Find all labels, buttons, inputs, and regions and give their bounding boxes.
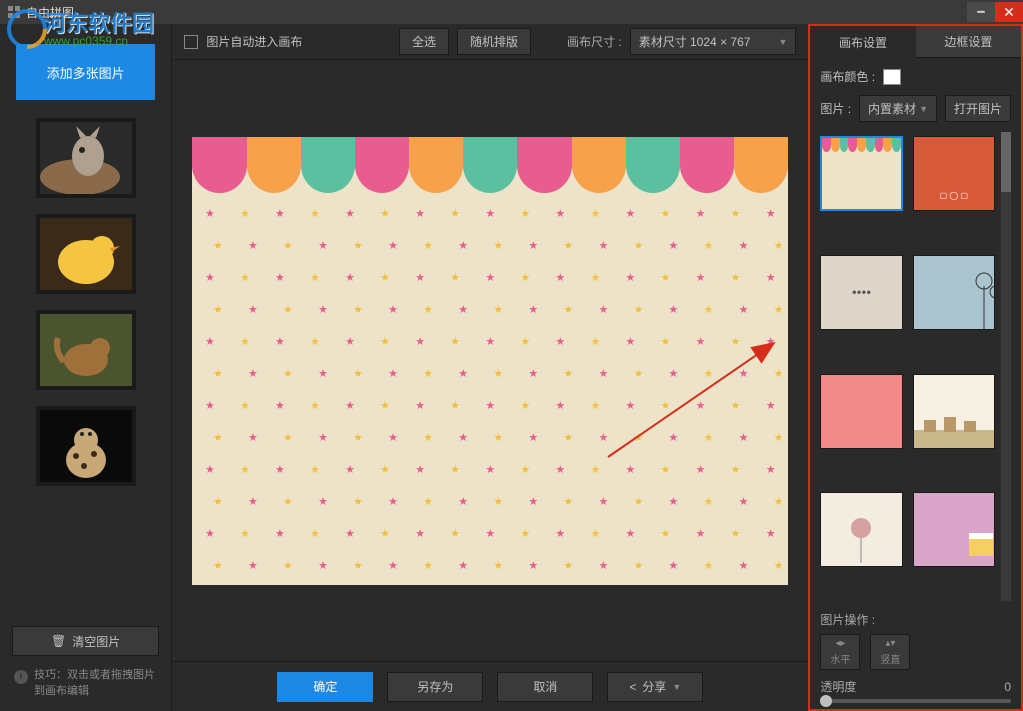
thumbnail-item[interactable]	[36, 214, 136, 294]
opacity-value: 0	[1004, 680, 1011, 694]
flip-v-icon: ▴▾	[885, 638, 895, 649]
flip-vertical-button[interactable]: ▴▾ 竖直	[870, 634, 910, 670]
material-grid: ▢ ◯ ▢●●●●	[820, 136, 995, 601]
select-all-button[interactable]: 全选	[399, 28, 449, 55]
add-images-button[interactable]: 添加多张图片	[16, 44, 155, 100]
tip-text: 技巧：双击或者拖拽图片到画布编辑	[34, 668, 157, 699]
opacity-slider-thumb[interactable]	[820, 695, 832, 707]
canvas-color-label: 画布颜色 :	[820, 68, 875, 85]
material-item[interactable]	[820, 136, 902, 211]
material-item[interactable]	[820, 374, 902, 449]
image-ops-label: 图片操作 :	[820, 611, 1011, 628]
opacity-label: 透明度	[820, 678, 856, 695]
chevron-down-icon: ▼	[778, 37, 787, 47]
thumbnail-item[interactable]	[36, 310, 136, 390]
thumbnail-item[interactable]	[36, 406, 136, 486]
left-panel: 添加多张图片 🗑 清空图片 i 技巧：双击或者拖拽图片到画布编辑	[0, 24, 172, 711]
canvas-size-label: 画布尺寸 :	[567, 33, 622, 50]
collage-icon	[8, 6, 20, 18]
clear-images-button[interactable]: 🗑 清空图片	[12, 626, 159, 656]
material-scrollbar[interactable]	[1001, 132, 1011, 601]
annotation-arrow	[192, 137, 788, 585]
random-layout-button[interactable]: 随机排版	[457, 28, 531, 55]
save-as-button[interactable]: 另存为	[387, 672, 483, 702]
minimize-button[interactable]: ━	[967, 2, 995, 22]
bottom-bar: 确定 另存为 取消 < 分享 ▼	[172, 661, 808, 711]
auto-enter-checkbox[interactable]	[184, 35, 198, 49]
info-icon: i	[14, 670, 28, 684]
share-icon: <	[629, 680, 636, 694]
right-panel: 画布设置 边框设置 画布颜色 : 图片 : 内置素材 ▼ 打开图片 ▢ ◯ ▢●…	[808, 24, 1023, 711]
flip-h-icon: ◂▸	[835, 638, 845, 649]
center-area: 图片自动进入画布 全选 随机排版 画布尺寸 : 素材尺寸 1024 × 767 …	[172, 24, 808, 711]
auto-enter-label: 图片自动进入画布	[206, 33, 302, 50]
material-item[interactable]: ▢ ◯ ▢	[913, 136, 995, 211]
ok-button[interactable]: 确定	[277, 672, 373, 702]
material-item[interactable]	[913, 255, 995, 330]
cancel-button[interactable]: 取消	[497, 672, 593, 702]
canvas-size-select[interactable]: 素材尺寸 1024 × 767 ▼	[630, 28, 797, 55]
canvas-color-swatch[interactable]	[883, 69, 901, 85]
open-image-button[interactable]: 打开图片	[945, 95, 1011, 122]
window-title: 自由拼图	[26, 4, 967, 21]
material-item[interactable]	[913, 492, 995, 567]
material-item[interactable]	[913, 374, 995, 449]
material-item[interactable]	[820, 492, 902, 567]
toolbar: 图片自动进入画布 全选 随机排版 画布尺寸 : 素材尺寸 1024 × 767 …	[172, 24, 808, 60]
tab-border-settings[interactable]: 边框设置	[916, 26, 1021, 58]
thumbnail-list	[8, 118, 163, 622]
material-item[interactable]: ●●●●	[820, 255, 902, 330]
chevron-down-icon: ▼	[672, 682, 681, 692]
material-source-select[interactable]: 内置素材 ▼	[859, 95, 937, 122]
opacity-slider[interactable]	[820, 699, 1011, 703]
close-button[interactable]: ✕	[995, 2, 1023, 22]
canvas[interactable]: ★★★★★★★★★★★★★★★★★★★★★★★★★★★★★★★★★★★★★★★★…	[192, 137, 788, 585]
chevron-down-icon: ▼	[919, 104, 928, 114]
trash-icon: 🗑	[51, 634, 66, 648]
share-button[interactable]: < 分享 ▼	[607, 672, 703, 702]
tip-row: i 技巧：双击或者拖拽图片到画布编辑	[8, 664, 163, 703]
flip-horizontal-button[interactable]: ◂▸ 水平	[820, 634, 860, 670]
titlebar: 自由拼图 ━ ✕	[0, 0, 1023, 24]
tab-canvas-settings[interactable]: 画布设置	[810, 26, 915, 58]
thumbnail-item[interactable]	[36, 118, 136, 198]
pic-label: 图片 :	[820, 100, 851, 117]
